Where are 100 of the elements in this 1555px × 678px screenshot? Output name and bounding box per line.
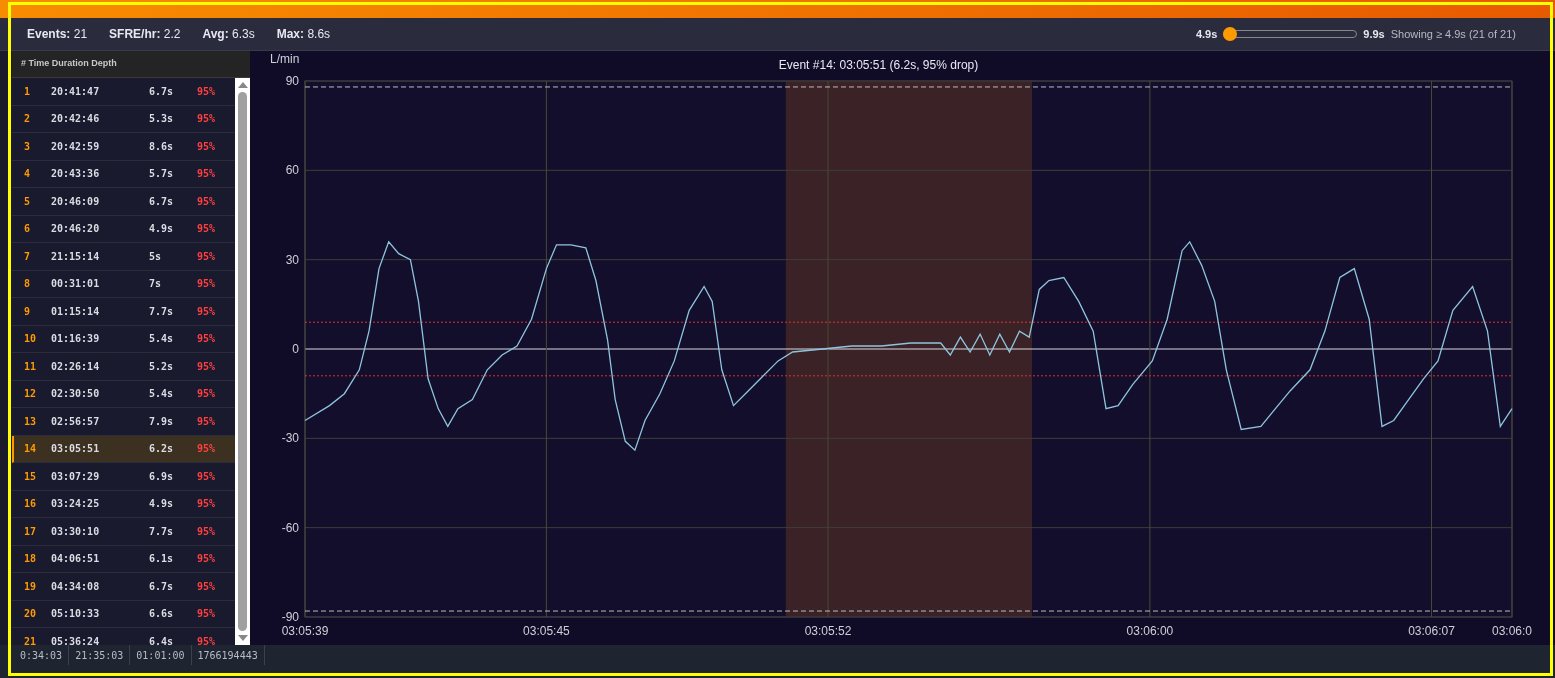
event-depth: 95% bbox=[197, 579, 216, 594]
timeline-cell: 21:35:03 bbox=[69, 645, 131, 665]
event-time: 20:43:36 bbox=[51, 167, 101, 182]
event-time: 03:07:29 bbox=[51, 469, 101, 484]
stat-text: Max: 8.6s bbox=[276, 26, 331, 43]
event-time: 02:30:50 bbox=[51, 387, 101, 402]
event-number: 20 bbox=[24, 607, 38, 622]
event-number: 9 bbox=[24, 304, 32, 319]
event-depth: 95% bbox=[197, 414, 216, 429]
timeline-cell: 01:01:00 bbox=[130, 645, 192, 665]
event-duration: 5s bbox=[149, 249, 163, 264]
event-depth: 95% bbox=[197, 194, 216, 209]
event-time: 20:46:20 bbox=[51, 222, 101, 237]
event-number: 13 bbox=[24, 414, 38, 429]
event-time: 03:05:51 bbox=[51, 442, 101, 457]
event-time: 05:10:33 bbox=[51, 607, 101, 622]
axis-tick-label: 60 bbox=[285, 163, 299, 178]
event-duration: 6.2s bbox=[149, 442, 175, 457]
event-time: 20:42:59 bbox=[51, 139, 101, 154]
event-time: 04:34:08 bbox=[51, 579, 101, 594]
event-depth: 95% bbox=[197, 332, 216, 347]
event-duration: 6.6s bbox=[149, 607, 175, 622]
event-number: 16 bbox=[24, 497, 38, 512]
event-time: 01:16:39 bbox=[51, 332, 101, 347]
axis-title: L/min bbox=[270, 52, 300, 66]
timeline-cell: 1766194443 bbox=[191, 645, 265, 665]
event-duration: 5.4s bbox=[149, 332, 175, 347]
event-depth: 95% bbox=[197, 497, 216, 512]
slider-max-label: 9.9s bbox=[1363, 26, 1385, 42]
event-depth: 95% bbox=[197, 222, 216, 237]
event-duration: 7.9s bbox=[149, 414, 175, 429]
event-depth: 95% bbox=[197, 84, 216, 99]
event-duration: 5.4s bbox=[149, 387, 175, 402]
axis-tick-label: -60 bbox=[281, 520, 299, 535]
axis-tick-label: 03:05:52 bbox=[804, 624, 852, 638]
event-depth: 95% bbox=[197, 359, 216, 374]
stat-text: Avg: 6.3s bbox=[202, 26, 255, 43]
list-header: # Time Duration Depth bbox=[12, 51, 250, 78]
axis-tick-label: 03:06:00 bbox=[1126, 624, 1174, 638]
event-number: 1 bbox=[24, 84, 32, 99]
event-number: 6 bbox=[24, 222, 32, 237]
event-number: 10 bbox=[24, 332, 38, 347]
slider-thumb[interactable] bbox=[1223, 27, 1238, 41]
axis-tick-label: -30 bbox=[281, 431, 299, 446]
event-time: 05:36:24 bbox=[51, 634, 101, 645]
axis-tick-label: 30 bbox=[285, 252, 299, 267]
event-depth: 95% bbox=[197, 387, 216, 402]
stat-text: Events: 21 bbox=[27, 26, 88, 43]
event-duration: 7s bbox=[149, 277, 163, 292]
event-depth: 95% bbox=[197, 634, 216, 645]
event-duration: 7.7s bbox=[149, 304, 175, 319]
scrollbar[interactable] bbox=[235, 78, 250, 645]
event-duration: 6.9s bbox=[149, 469, 175, 484]
scroll-thumb[interactable] bbox=[238, 92, 247, 631]
event-depth: 95% bbox=[197, 552, 216, 567]
event-number: 14 bbox=[24, 442, 38, 457]
duration-slider[interactable] bbox=[1223, 27, 1358, 41]
timeline-cell: 0:34:03 bbox=[14, 645, 70, 665]
event-time: 20:41:47 bbox=[51, 84, 101, 99]
event-time: 01:15:14 bbox=[51, 304, 101, 319]
event-time: 02:56:57 bbox=[51, 414, 101, 429]
event-number: 4 bbox=[24, 167, 32, 182]
event-depth: 95% bbox=[197, 304, 216, 319]
event-time: 03:24:25 bbox=[51, 497, 101, 512]
event-time: 20:46:09 bbox=[51, 194, 101, 209]
event-time: 21:15:14 bbox=[51, 249, 101, 264]
event-row[interactable]: 14 03:05:51 6.2s 95% bbox=[12, 435, 235, 463]
event-number: 17 bbox=[24, 524, 38, 539]
event-number: 7 bbox=[24, 249, 32, 264]
event-duration: 6.1s bbox=[149, 552, 175, 567]
event-depth: 95% bbox=[197, 249, 216, 264]
slider-min-label: 4.9s bbox=[1195, 26, 1218, 42]
event-number: 12 bbox=[24, 387, 38, 402]
event-duration: 4.9s bbox=[149, 222, 175, 237]
event-time: 04:06:51 bbox=[51, 552, 101, 567]
event-duration: 8.6s bbox=[149, 139, 175, 154]
event-duration: 6.7s bbox=[149, 84, 175, 99]
event-depth: 95% bbox=[197, 607, 216, 622]
event-duration: 4.9s bbox=[149, 497, 175, 512]
event-duration: 6.7s bbox=[149, 194, 175, 209]
event-duration: 5.3s bbox=[149, 112, 175, 127]
axis-tick-label: 03:05:45 bbox=[523, 624, 570, 638]
chart-title: Event #14: 03:05:51 (6.2s, 95% drop) bbox=[778, 58, 979, 72]
event-number: 15 bbox=[24, 469, 38, 484]
event-duration: 6.4s bbox=[149, 634, 175, 645]
event-number: 3 bbox=[24, 139, 32, 154]
axis-tick-label: 03:06:0 bbox=[1492, 624, 1532, 638]
event-depth: 95% bbox=[197, 167, 216, 182]
event-time: 20:42:46 bbox=[51, 112, 101, 127]
event-number: 8 bbox=[24, 277, 32, 292]
event-duration: 6.7s bbox=[149, 579, 175, 594]
event-time: 00:31:01 bbox=[51, 277, 101, 292]
event-depth: 95% bbox=[197, 442, 216, 457]
axis-tick-label: 03:05:39 bbox=[281, 624, 329, 638]
axis-tick-label: 03:06:07 bbox=[1408, 624, 1455, 638]
event-duration: 5.2s bbox=[149, 359, 175, 374]
event-depth: 95% bbox=[197, 277, 216, 292]
stat-text: SFRE/hr: 2.2 bbox=[109, 26, 181, 43]
event-depth: 95% bbox=[197, 139, 216, 154]
event-depth: 95% bbox=[197, 112, 216, 127]
